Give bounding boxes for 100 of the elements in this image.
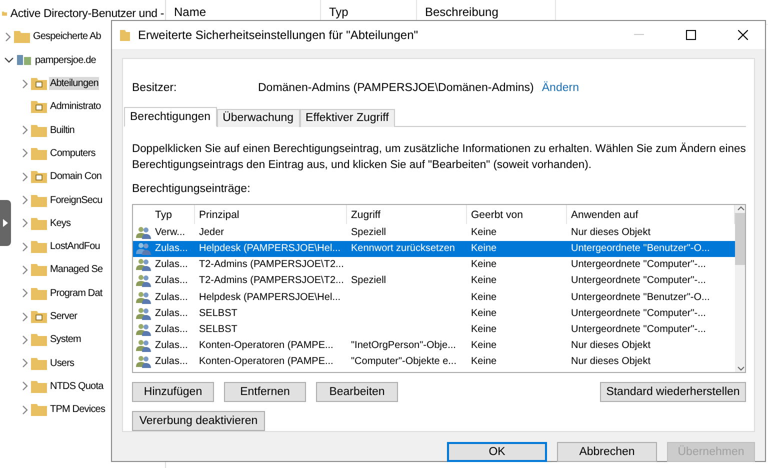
table-cell-text: Keine <box>470 308 498 319</box>
tree-item[interactable]: pampersjoe.de <box>34 54 97 67</box>
table-cell-text: Speziell <box>350 275 388 286</box>
table-row[interactable]: Zulas... T2-Admins (PAMPERSJOE\T2... Keine Untergeordnete "Computer"-... <box>133 256 735 273</box>
tab[interactable]: Überwachung <box>216 108 300 127</box>
table-cell-text: Untergeordnete "Computer"-... <box>570 275 707 286</box>
table-cell-text: Keine <box>470 356 498 368</box>
table-cell-text: SELBST <box>198 324 238 336</box>
close-icon <box>738 30 748 40</box>
tree-item[interactable]: ForeignSecu <box>49 194 104 207</box>
tree-item[interactable]: NTDS Quota <box>49 380 104 393</box>
tab[interactable]: Berechtigungen <box>124 106 217 127</box>
table-cell-text: Zulas... <box>154 292 189 303</box>
tab[interactable]: Effektiver Zugriff <box>300 108 395 127</box>
table-cell-text: Untergeordnete "Computer"-... <box>570 259 707 270</box>
action-button[interactable]: Bearbeiten <box>316 382 398 402</box>
table-cell-text: Keine <box>470 324 498 336</box>
org-unit-folder-icon <box>31 100 47 114</box>
minimize-icon <box>634 34 644 36</box>
scroll-down-icon[interactable] <box>737 364 745 372</box>
folder-icon <box>31 403 47 416</box>
tree-item[interactable]: Administrato <box>49 100 102 114</box>
tree-item[interactable]: System <box>49 333 82 346</box>
table-cell-text: Konten-Operatoren (PAMPE... <box>198 356 334 368</box>
action-button[interactable]: Entfernen <box>224 382 306 402</box>
table-cell-text: Zulas... <box>154 243 189 254</box>
folder-icon <box>31 124 47 137</box>
table-row[interactable]: Verw... Jeder Speziell Keine Nur dieses Objekt <box>133 224 735 241</box>
folder-icon <box>31 216 47 230</box>
change-link[interactable]: Ändern <box>542 82 579 94</box>
table-row[interactable]: Zulas... Helpdesk (PAMPERSJOE\Hel... Kennwort zurücksetzen Keine Untergeordnete "Benutzer"-O... <box>133 240 735 257</box>
table-cell-text: Konten-Operatoren (PAMPE... <box>198 340 334 352</box>
table-cell-text: Untergeordnete "Benutzer"-O... <box>570 243 711 254</box>
tree-item[interactable]: Managed Se <box>49 263 104 276</box>
user-group-icon <box>136 226 151 239</box>
table-cell-text: Zulas... <box>154 340 189 352</box>
column-header[interactable]: Geerbt von <box>467 205 567 224</box>
folder-icon <box>120 29 130 41</box>
table-row[interactable]: Zulas... Konten-Operatoren (PAMPE... "InetOrgPerson"-Obje... Keine Nur dieses Objekt <box>133 338 735 354</box>
scrollbar[interactable] <box>735 205 745 372</box>
table-cell-text: Keine <box>470 292 498 303</box>
table-cell-text: Keine <box>470 226 498 238</box>
tree-item[interactable]: LostAndFou <box>49 240 101 254</box>
tree-item[interactable]: Users <box>49 356 76 370</box>
column-header[interactable]: Prinzipal <box>195 205 347 224</box>
table-cell-text: Nur dieses Objekt <box>570 226 652 238</box>
window-title: Erweiterte Sicherheitseinstellungen für "Abteilungen" <box>138 28 420 42</box>
tree-item[interactable]: Gespeicherte Ab <box>32 30 102 44</box>
tree-item[interactable]: Computers <box>49 146 96 160</box>
table-cell-text: Zulas... <box>154 275 189 286</box>
table-cell-text: Keine <box>470 340 498 352</box>
tree-item[interactable]: Server <box>49 310 78 323</box>
user-group-icon <box>136 258 151 272</box>
user-group-icon <box>136 339 151 352</box>
column-header[interactable]: Typ <box>151 205 195 224</box>
owner-label: Besitzer: <box>132 82 178 94</box>
table-cell-text: Zulas... <box>154 259 189 270</box>
side-panel-tab[interactable] <box>0 200 11 246</box>
table-cell-text: T2-Admins (PAMPERSJOE\T2... <box>198 275 345 286</box>
table-cell-text: Untergeordnete "Computer"-... <box>570 324 707 336</box>
table-row[interactable]: Zulas... T2-Admins (PAMPERSJOE\T2... Speziell Keine Untergeordnete "Computer"-... <box>133 272 735 290</box>
user-group-icon <box>136 274 151 288</box>
table-cell-text: SELBST <box>198 308 238 319</box>
tree-item[interactable]: TPM Devices <box>49 403 106 416</box>
table-cell-text: Keine <box>470 243 498 254</box>
table-cell-text: Kennwort zurücksetzen <box>350 243 456 254</box>
folder-icon <box>31 380 47 393</box>
table-row[interactable]: Zulas... Helpdesk (PAMPERSJOE\Hel... Keine Untergeordnete "Benutzer"-O... <box>133 289 735 306</box>
domain-icon <box>16 53 32 68</box>
table-row[interactable]: Zulas... SELBST Keine Untergeordnete "Computer"-... <box>133 321 735 338</box>
table-cell-text: Keine <box>470 259 498 270</box>
table-cell-text: T2-Admins (PAMPERSJOE\T2... <box>198 259 345 270</box>
table-cell-text: Untergeordnete "Benutzer"-O... <box>570 292 711 303</box>
action-button[interactable]: Hinzufügen <box>132 382 214 402</box>
dialog-button[interactable]: OK <box>447 442 547 462</box>
tree-item[interactable]: Program Dat <box>49 286 104 300</box>
restore-defaults-button[interactable]: Standard wiederherstellen <box>600 382 746 402</box>
tree-item[interactable]: Domain Con <box>49 170 103 184</box>
table-row[interactable]: Zulas... Konten-Operatoren (PAMPE... "Computer"-Objekte e... Keine Nur dieses Objekt <box>133 354 735 370</box>
folder-icon <box>31 240 47 254</box>
dialog-button[interactable]: Abbrechen <box>557 442 657 462</box>
column-header[interactable]: Zugriff <box>347 205 467 224</box>
tree-item[interactable]: Builtin <box>49 124 76 137</box>
scroll-thumb[interactable] <box>735 213 745 266</box>
tree-item[interactable]: Abteilungen <box>49 77 100 90</box>
table-row[interactable]: Zulas... SELBST Keine Untergeordnete "Computer"-... <box>133 305 735 322</box>
table-cell-text: Jeder <box>198 226 226 238</box>
tree-root[interactable]: Active Directory-Benutzer und - <box>9 6 165 21</box>
table-cell-text: Keine <box>470 275 498 286</box>
table-cell-text: "Computer"-Objekte e... <box>350 356 458 368</box>
disable-inheritance-button[interactable]: Vererbung deaktivieren <box>132 411 265 431</box>
folder-icon <box>31 356 47 370</box>
folder-icon <box>14 30 30 44</box>
entries-label: Berechtigungseinträge: <box>132 182 252 197</box>
user-group-icon <box>136 323 151 336</box>
user-group-icon <box>136 355 151 368</box>
table-cell-text: Speziell <box>350 226 388 238</box>
table-cell-text: Zulas... <box>154 308 189 319</box>
user-group-icon <box>136 290 151 304</box>
tree-item[interactable]: Keys <box>49 216 72 230</box>
